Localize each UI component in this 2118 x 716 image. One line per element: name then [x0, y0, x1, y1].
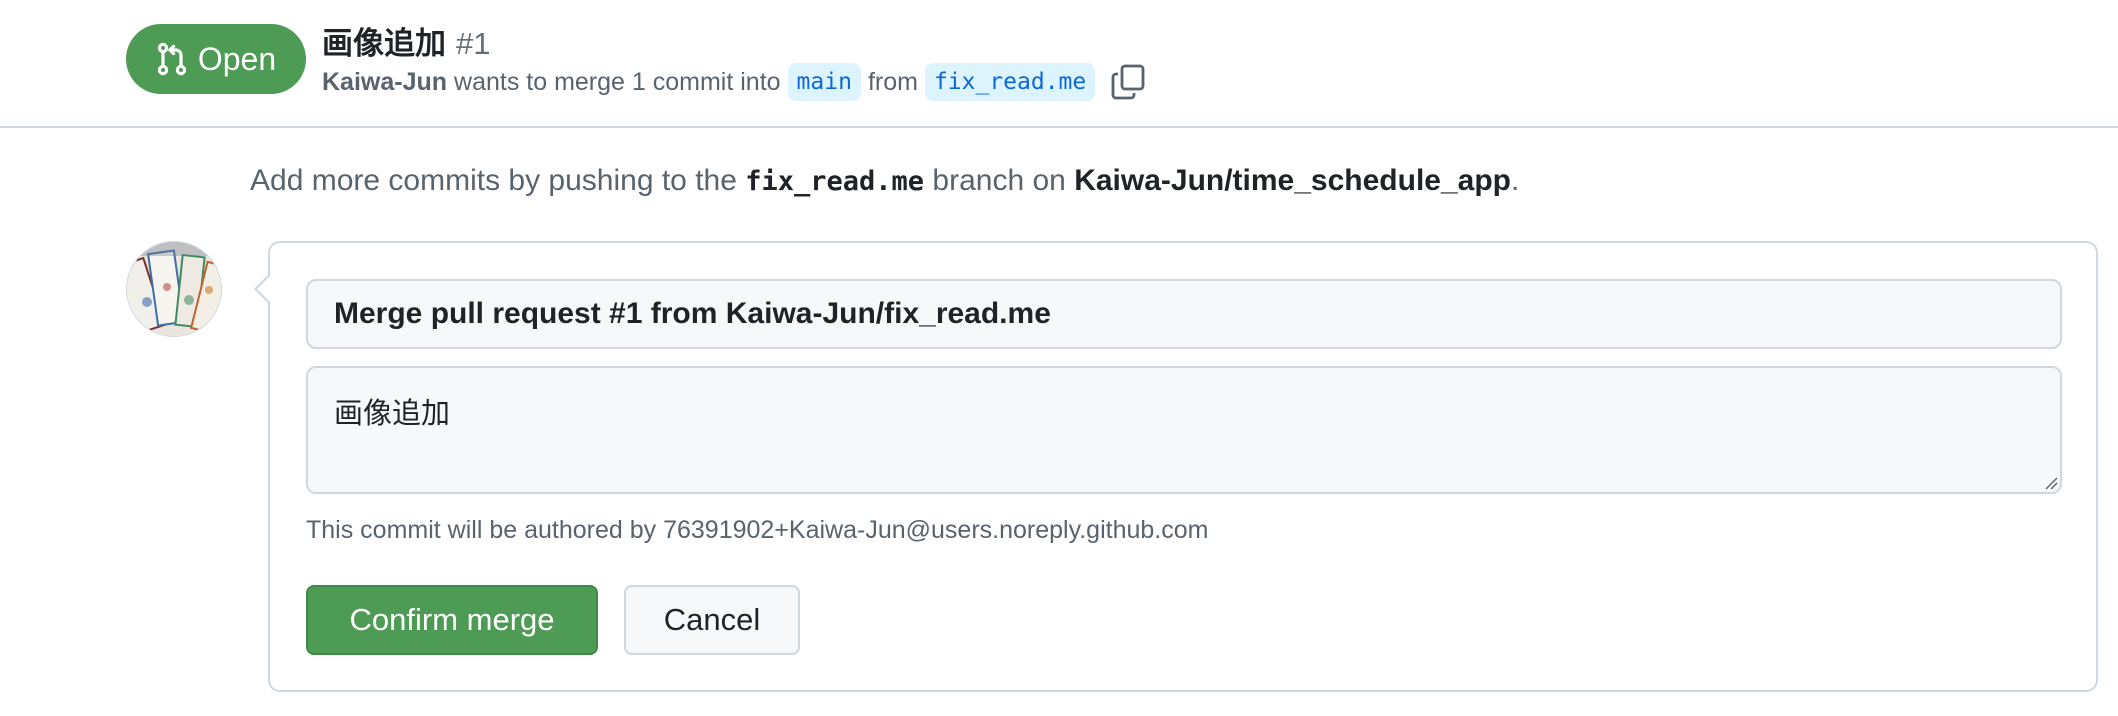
pr-state-label: Open: [197, 40, 277, 77]
commit-author-note: This commit will be authored by 76391902…: [306, 516, 1209, 544]
resize-handle-icon[interactable]: [2044, 476, 2058, 490]
pr-title-row: 画像追加 #1: [322, 18, 490, 63]
push-hint-branch: fix_read.me: [745, 166, 925, 197]
pr-state-badge: Open: [126, 24, 306, 94]
merge-form: 画像追加 This commit will be authored by 763…: [254, 241, 2098, 692]
pr-meta: Kaiwa-Jun wants to merge 1 commit into m…: [322, 62, 1148, 102]
pr-author-link[interactable]: Kaiwa-Jun: [322, 68, 447, 97]
push-hint: Add more commits by pushing to the fix_r…: [250, 164, 1519, 198]
pr-meta-text: wants to merge 1 commit into: [454, 67, 781, 96]
confirm-merge-button[interactable]: Confirm merge: [306, 585, 598, 655]
push-hint-middle: branch on: [932, 164, 1066, 197]
head-branch-label[interactable]: fix_read.me: [924, 63, 1096, 101]
push-hint-prefix: Add more commits by pushing to the: [250, 164, 737, 197]
commit-message-textarea[interactable]: 画像追加: [306, 366, 2062, 494]
push-hint-repo[interactable]: Kaiwa-Jun/time_schedule_app: [1074, 164, 1511, 197]
pr-header: Open 画像追加 #1 Kaiwa-Jun wants to merge 1 …: [0, 0, 2118, 128]
avatar[interactable]: [126, 241, 222, 337]
copy-icon[interactable]: [1108, 62, 1148, 102]
base-branch-label[interactable]: main: [787, 63, 861, 101]
git-pull-request-icon: [156, 42, 188, 76]
pr-meta-from: from: [867, 67, 918, 96]
cancel-button[interactable]: Cancel: [624, 585, 800, 655]
pr-number: #1: [456, 26, 491, 61]
comment-caret-fill: [257, 275, 271, 303]
pr-title: 画像追加: [322, 26, 446, 61]
push-hint-suffix: .: [1511, 164, 1520, 197]
commit-title-input[interactable]: [306, 279, 2062, 349]
